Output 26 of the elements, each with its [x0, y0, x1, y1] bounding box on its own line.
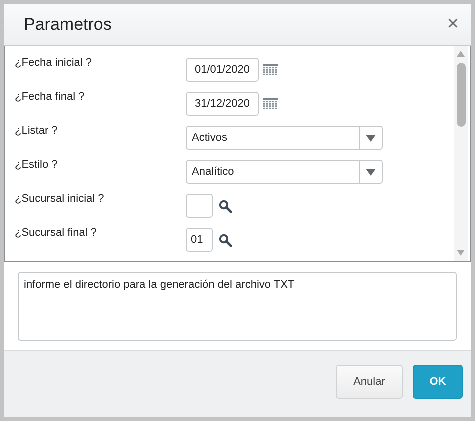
input-field[interactable]	[186, 194, 213, 218]
scrollbar[interactable]	[454, 46, 468, 261]
scroll-down-icon[interactable]	[457, 250, 465, 256]
dropdown[interactable]: Analítico	[186, 160, 383, 184]
field-label: ¿Fecha inicial ?	[15, 56, 94, 71]
help-text: informe el directorio para la generación del archivo TXT	[18, 272, 457, 341]
close-button[interactable]: ×	[445, 13, 461, 36]
search-icon[interactable]	[219, 234, 232, 246]
cancel-button[interactable]: Anular	[336, 365, 403, 399]
date-field[interactable]: 31/12/2020	[186, 92, 259, 116]
scroll-thumb[interactable]	[456, 63, 466, 127]
field-label: ¿Estilo ?	[15, 158, 59, 173]
input-field[interactable]: 01	[186, 228, 213, 252]
field-label: ¿Fecha final ?	[15, 90, 86, 105]
field-label: ¿Listar ?	[15, 124, 59, 139]
field-label: ¿Sucursal inicial ?	[15, 192, 106, 207]
scroll-up-icon[interactable]	[457, 51, 465, 57]
caret-icon	[366, 168, 376, 176]
window-title: Parametros	[24, 14, 112, 34]
date-field[interactable]: 01/01/2020	[186, 58, 259, 82]
caret-icon	[366, 134, 376, 142]
dropdown[interactable]: Activos	[186, 126, 383, 150]
calendar-icon[interactable]	[263, 98, 278, 110]
calendar-icon[interactable]	[263, 64, 278, 76]
search-icon[interactable]	[219, 200, 232, 212]
field-label: ¿Sucursal final ?	[15, 226, 98, 241]
